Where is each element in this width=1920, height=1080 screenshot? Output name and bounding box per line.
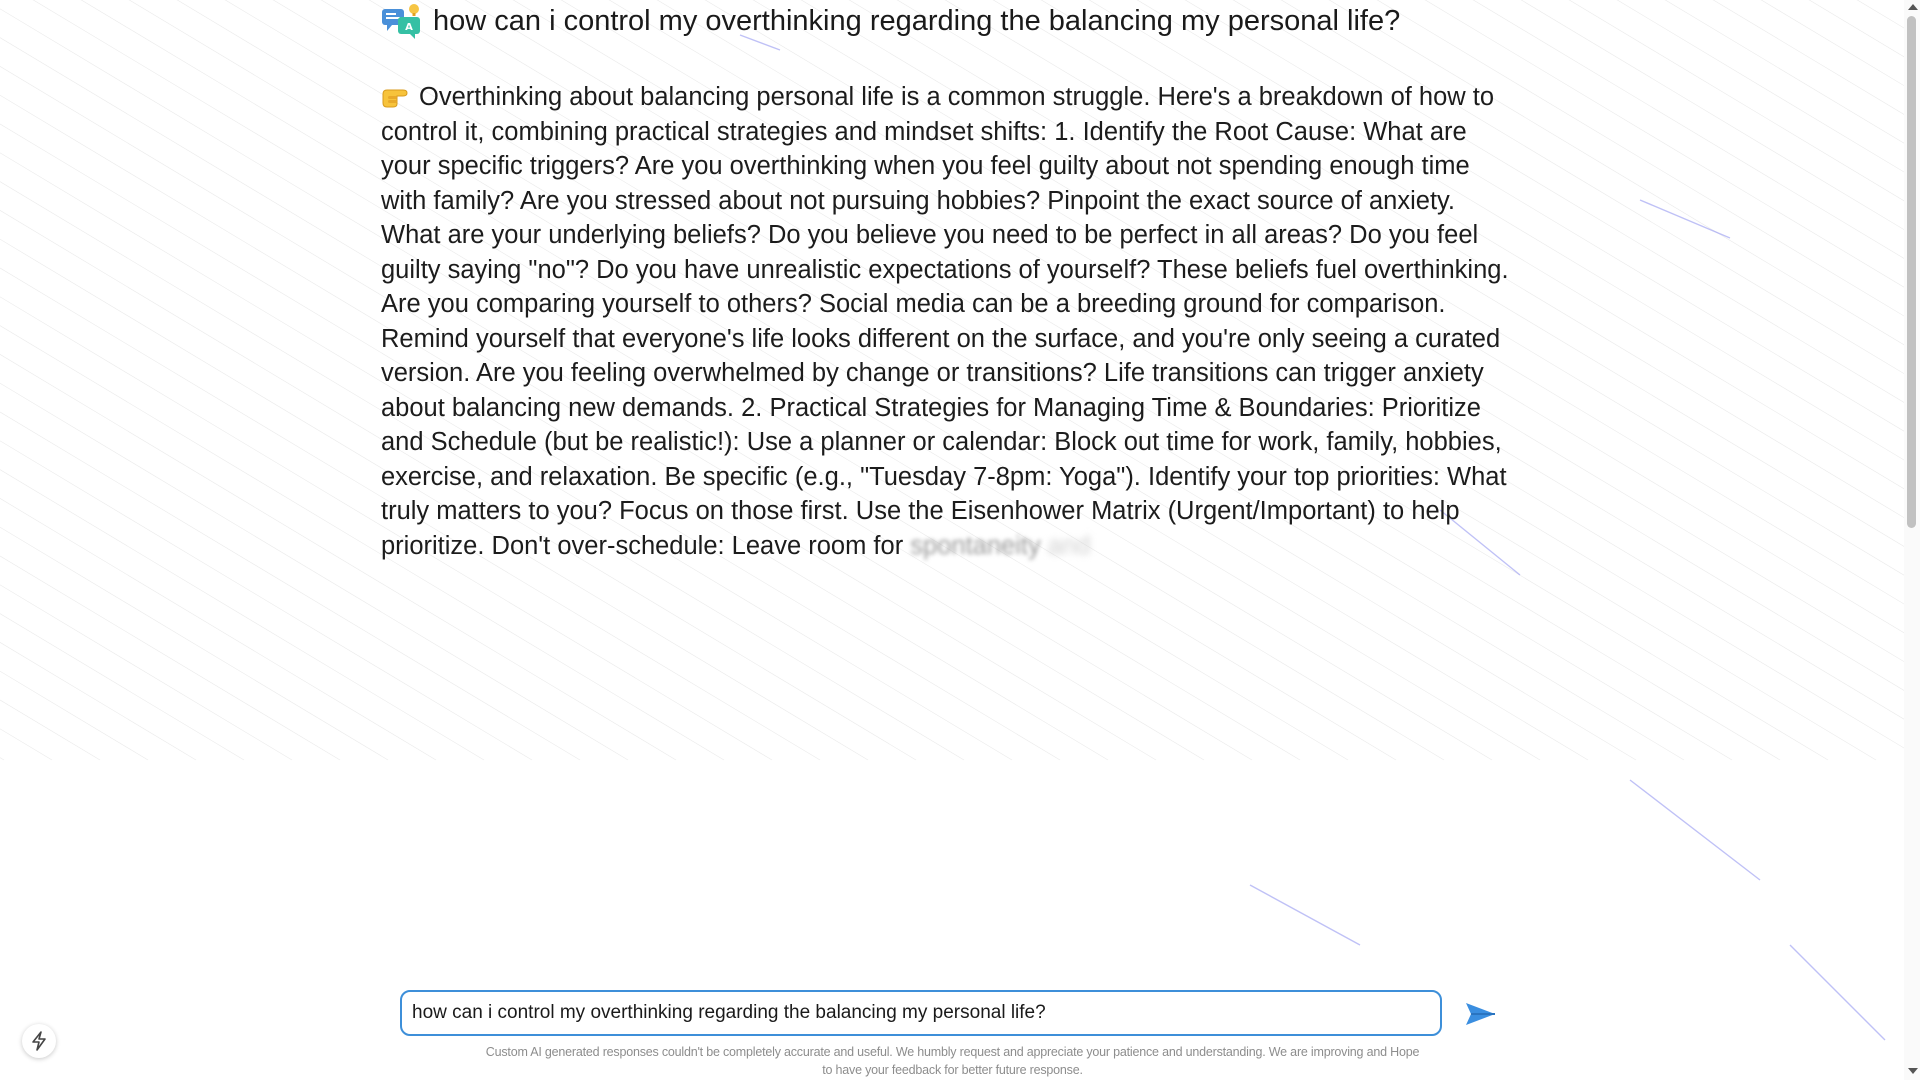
background-line bbox=[1760, 0, 1920, 96]
chat-page: A how can i control my overthinking rega… bbox=[0, 0, 1920, 1080]
streaming-tail: and bbox=[1047, 531, 1091, 560]
quick-action-button[interactable] bbox=[22, 1024, 56, 1058]
background-line bbox=[0, 642, 197, 761]
background-line bbox=[0, 526, 389, 761]
background-line bbox=[1712, 0, 1920, 125]
background-line bbox=[0, 498, 437, 761]
scroll-up-arrow-icon[interactable] bbox=[1908, 4, 1918, 10]
background-line bbox=[0, 699, 101, 761]
background-line bbox=[1664, 0, 1920, 154]
scrollbar-thumb[interactable] bbox=[1907, 16, 1916, 528]
disclaimer-line-1: Custom AI generated responses couldn't b… bbox=[485, 1045, 1420, 1059]
background-accent-line bbox=[1249, 884, 1361, 946]
send-button[interactable] bbox=[1464, 999, 1498, 1029]
question-title: how can i control my overthinking regard… bbox=[433, 4, 1401, 37]
background-accent-line bbox=[1629, 779, 1761, 881]
background-line bbox=[0, 728, 53, 761]
chat-translate-icon: A bbox=[381, 3, 423, 39]
send-arrow-icon bbox=[1466, 1003, 1495, 1025]
svg-text:A: A bbox=[405, 22, 413, 33]
pointing-hand-icon bbox=[381, 83, 411, 108]
lightning-bolt-icon bbox=[32, 1031, 46, 1051]
disclaimer-line-2: to have your feedback for better future … bbox=[822, 1063, 1083, 1077]
answer-body: Overthinking about balancing personal li… bbox=[381, 83, 1509, 560]
background-accent-line bbox=[1639, 199, 1731, 239]
scroll-down-arrow-icon[interactable] bbox=[1908, 1068, 1918, 1074]
background-line bbox=[0, 555, 341, 761]
answer-text: Overthinking about balancing personal li… bbox=[381, 80, 1521, 563]
disclaimer: Custom AI generated responses couldn't b… bbox=[470, 1043, 1435, 1079]
scrollbar[interactable] bbox=[1904, 0, 1920, 1080]
chat-input-box[interactable] bbox=[400, 990, 1442, 1036]
background-line bbox=[0, 584, 293, 761]
streaming-word: spontaneity bbox=[910, 531, 1041, 560]
background-line bbox=[0, 757, 5, 761]
background-accent-line bbox=[1789, 944, 1886, 1041]
background-line bbox=[0, 670, 149, 761]
question-row: A how can i control my overthinking rega… bbox=[381, 2, 1400, 40]
background-line bbox=[1808, 0, 1920, 67]
background-line bbox=[0, 613, 245, 761]
background-line bbox=[1568, 0, 1920, 211]
background-line bbox=[1616, 0, 1920, 182]
background-line bbox=[1520, 0, 1920, 240]
chat-input[interactable] bbox=[402, 992, 1440, 1034]
